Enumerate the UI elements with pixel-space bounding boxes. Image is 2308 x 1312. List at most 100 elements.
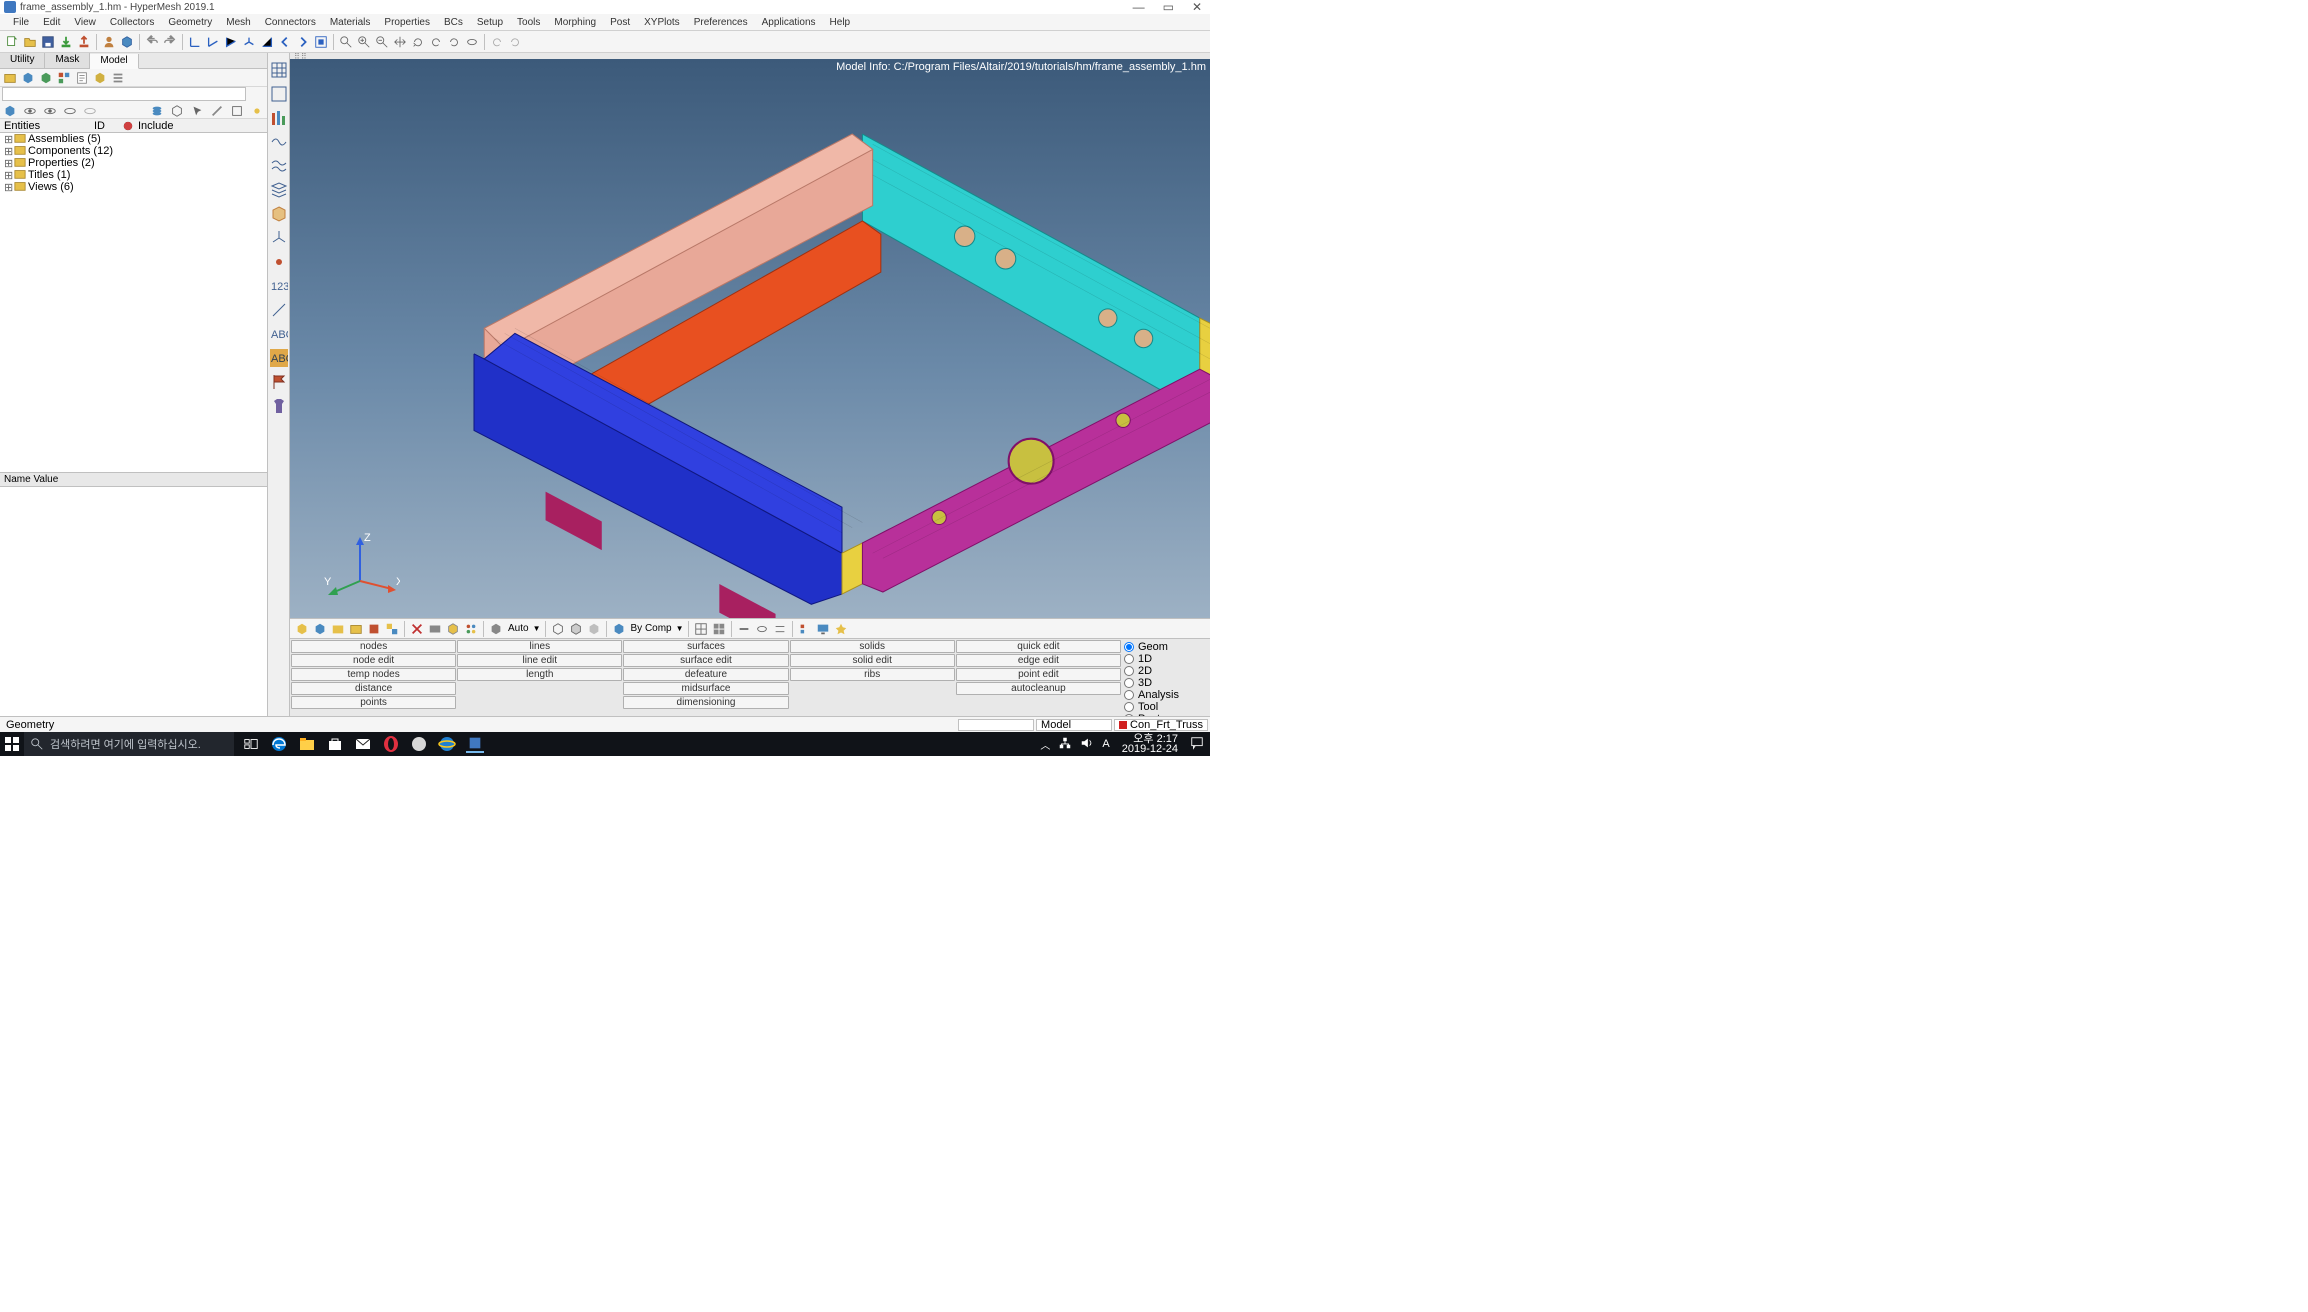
ie-icon[interactable]: [438, 735, 456, 753]
panel-nodes[interactable]: nodes: [291, 640, 456, 653]
vtool-flag-icon[interactable]: [270, 373, 288, 391]
spin-icon[interactable]: [464, 34, 480, 50]
tray-clock[interactable]: 오후 2:17 2019-12-24: [1118, 734, 1182, 754]
eye4-icon[interactable]: [82, 103, 98, 119]
panel-autocleanup[interactable]: autocleanup: [956, 682, 1121, 695]
disp-card-icon[interactable]: [427, 621, 443, 637]
panel-ribs[interactable]: ribs: [790, 668, 955, 681]
status-model[interactable]: Model: [1036, 719, 1112, 731]
undo-icon[interactable]: [144, 34, 160, 50]
tray-chevron-icon[interactable]: ︿: [1040, 737, 1050, 752]
menu-help[interactable]: Help: [823, 17, 858, 28]
menu-post[interactable]: Post: [603, 17, 637, 28]
page-analysis[interactable]: Analysis: [1124, 689, 1208, 701]
close-button[interactable]: ✕: [1192, 0, 1202, 14]
panel-tempnodes[interactable]: temp nodes: [291, 668, 456, 681]
tree-item-titles[interactable]: ⊞Titles (1): [0, 169, 267, 181]
taskview-icon[interactable]: [242, 735, 260, 753]
cube3-icon[interactable]: [169, 103, 185, 119]
disp-auto-label[interactable]: Auto: [506, 623, 531, 634]
disp-bycomp-icon[interactable]: [611, 621, 627, 637]
menu-preferences[interactable]: Preferences: [687, 17, 755, 28]
3d-viewport[interactable]: Model Info: C:/Program Files/Altair/2019…: [290, 59, 1210, 618]
fit-icon[interactable]: [313, 34, 329, 50]
disp-line3-icon[interactable]: [772, 621, 788, 637]
panel-surfaceedit[interactable]: surface edit: [623, 654, 788, 667]
menu-xyplots[interactable]: XYPlots: [637, 17, 687, 28]
axis-xz-icon[interactable]: [205, 34, 221, 50]
page-tool[interactable]: Tool: [1124, 701, 1208, 713]
page-3d[interactable]: 3D: [1124, 677, 1208, 689]
panel-points[interactable]: points: [291, 696, 456, 709]
folder-view-icon[interactable]: [2, 70, 18, 86]
vtool-axis-icon[interactable]: [270, 229, 288, 247]
eye3-icon[interactable]: [62, 103, 78, 119]
page-geom[interactable]: Geom: [1124, 641, 1208, 653]
panel-quickedit[interactable]: quick edit: [956, 640, 1121, 653]
script-icon[interactable]: [74, 70, 90, 86]
disp-vec-icon[interactable]: [348, 621, 364, 637]
cube-green-icon[interactable]: [38, 70, 54, 86]
tab-model[interactable]: Model: [90, 54, 138, 69]
search-input[interactable]: [2, 87, 246, 101]
vtool-wave-icon[interactable]: [270, 133, 288, 151]
panel-dimensioning[interactable]: dimensioning: [623, 696, 788, 709]
menu-setup[interactable]: Setup: [470, 17, 510, 28]
zoom-out-icon[interactable]: [374, 34, 390, 50]
page-1d[interactable]: 1D: [1124, 653, 1208, 665]
wand-icon[interactable]: [209, 103, 225, 119]
panel-surfaces[interactable]: surfaces: [623, 640, 788, 653]
store-icon[interactable]: [326, 735, 344, 753]
axis-xy-icon[interactable]: [187, 34, 203, 50]
vtool-bar-icon[interactable]: [270, 109, 288, 127]
explorer-icon[interactable]: [298, 735, 316, 753]
rotate-icon[interactable]: [410, 34, 426, 50]
tree-item-properties[interactable]: ⊞Properties (2): [0, 157, 267, 169]
tab-utility[interactable]: Utility: [0, 53, 45, 68]
disp-sys-icon[interactable]: [330, 621, 346, 637]
axis-iso-icon[interactable]: [241, 34, 257, 50]
list-icon[interactable]: [110, 70, 126, 86]
eye1-icon[interactable]: [22, 103, 38, 119]
page-2d[interactable]: 2D: [1124, 665, 1208, 677]
menu-connectors[interactable]: Connectors: [258, 17, 323, 28]
mail-icon[interactable]: [354, 735, 372, 753]
disp-shaded-icon[interactable]: [488, 621, 504, 637]
minimize-button[interactable]: —: [1133, 0, 1145, 14]
eye2-icon[interactable]: [42, 103, 58, 119]
panel-lineedit[interactable]: line edit: [457, 654, 622, 667]
status-component[interactable]: Con_Frt_Truss: [1114, 719, 1208, 731]
vtool-abc-icon[interactable]: ABC: [270, 325, 288, 343]
disp-mesh1-icon[interactable]: [693, 621, 709, 637]
tray-notification-icon[interactable]: [1190, 736, 1204, 753]
menu-view[interactable]: View: [67, 17, 103, 28]
tray-ime-icon[interactable]: A: [1102, 738, 1109, 750]
sun-icon[interactable]: [249, 103, 265, 119]
tree-item-views[interactable]: ⊞Views (6): [0, 181, 267, 193]
disp-delete-icon[interactable]: [409, 621, 425, 637]
menu-applications[interactable]: Applications: [755, 17, 823, 28]
cube-multi-icon[interactable]: [56, 70, 72, 86]
disp-group-icon[interactable]: [384, 621, 400, 637]
disp-organize-icon[interactable]: [445, 621, 461, 637]
rotate-left-icon[interactable]: [428, 34, 444, 50]
undo-view-icon[interactable]: [489, 34, 505, 50]
stack-icon[interactable]: [149, 103, 165, 119]
vtool-abc2-icon[interactable]: ABC: [270, 349, 288, 367]
menu-geometry[interactable]: Geometry: [161, 17, 219, 28]
panel-lines[interactable]: lines: [457, 640, 622, 653]
tab-mask[interactable]: Mask: [45, 53, 90, 68]
menu-mesh[interactable]: Mesh: [219, 17, 257, 28]
zoom-window-icon[interactable]: [338, 34, 354, 50]
axis-reverse-icon[interactable]: [259, 34, 275, 50]
disp-monitor-icon[interactable]: [815, 621, 831, 637]
disp-load-icon[interactable]: [312, 621, 328, 637]
menu-properties[interactable]: Properties: [377, 17, 437, 28]
panel-solidedit[interactable]: solid edit: [790, 654, 955, 667]
disp-mass-icon[interactable]: [366, 621, 382, 637]
vtool-mesh-icon[interactable]: [270, 61, 288, 79]
opera-icon[interactable]: [382, 735, 400, 753]
rotate-right-icon[interactable]: [446, 34, 462, 50]
menu-materials[interactable]: Materials: [323, 17, 378, 28]
disp-renumber-icon[interactable]: [463, 621, 479, 637]
